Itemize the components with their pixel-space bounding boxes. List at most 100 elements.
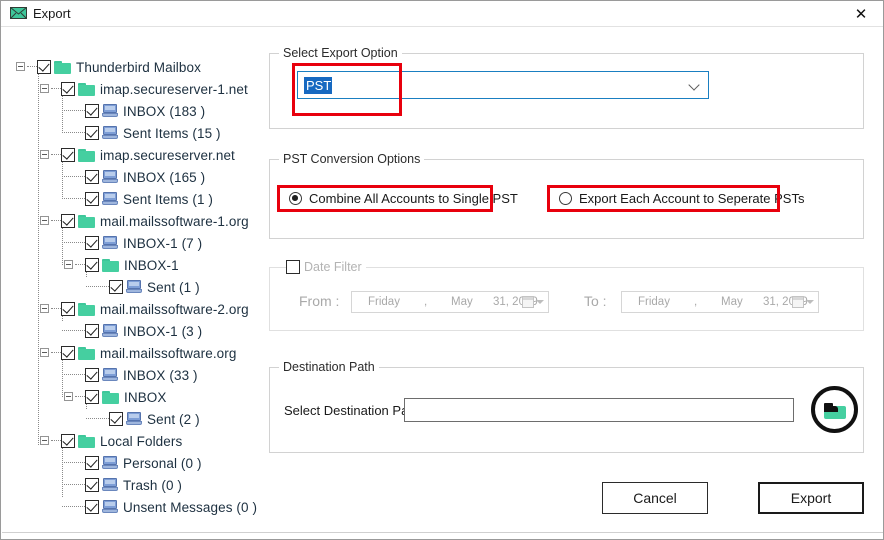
calendar-icon[interactable] <box>522 296 544 309</box>
cancel-button[interactable]: Cancel <box>602 482 708 514</box>
tree-item-checkbox[interactable] <box>85 126 99 140</box>
tree-item[interactable]: Personal (0 ) <box>62 452 202 474</box>
mail-icon <box>126 280 142 294</box>
calendar-icon[interactable] <box>792 296 814 309</box>
tree-guide-line <box>86 286 109 287</box>
tree-item-label: mail.mailssoftware-1.org <box>100 213 249 229</box>
tree-item[interactable]: mail.mailssoftware-1.org <box>40 210 249 232</box>
tree-item-checkbox[interactable] <box>109 412 123 426</box>
mail-icon <box>102 126 118 140</box>
tree-item[interactable]: Thunderbird Mailbox <box>16 56 201 78</box>
tree-item-checkbox[interactable] <box>61 434 75 448</box>
mail-icon <box>126 412 142 426</box>
tree-item[interactable]: Trash (0 ) <box>62 474 182 496</box>
date-filter-checkbox[interactable] <box>286 260 300 274</box>
tree-item[interactable]: mail.mailssoftware.org <box>40 342 237 364</box>
folder-icon <box>54 60 71 74</box>
tree-item-checkbox[interactable] <box>85 170 99 184</box>
tree-item-checkbox[interactable] <box>61 302 75 316</box>
tree-item[interactable]: INBOX-1 <box>64 254 179 276</box>
tree-guide-line <box>75 264 85 265</box>
tree-item-checkbox[interactable] <box>61 82 75 96</box>
date-from-day: Friday <box>368 296 400 308</box>
tree-item-checkbox[interactable] <box>85 390 99 404</box>
radio-separate-psts[interactable]: Export Each Account to Seperate PSTs <box>559 191 804 206</box>
tree-item-label: INBOX-1 (3 ) <box>123 323 203 339</box>
tree-expander-icon[interactable] <box>40 348 49 357</box>
tree-item[interactable]: INBOX (183 ) <box>62 100 205 122</box>
tree-item-checkbox[interactable] <box>61 214 75 228</box>
mail-icon <box>102 104 118 118</box>
tree-guide-line <box>51 154 61 155</box>
tree-expander-icon[interactable] <box>64 392 73 401</box>
export-format-combobox[interactable]: PST <box>297 71 709 99</box>
mailbox-tree[interactable]: Thunderbird Mailbox imap.secureserver-1.n… <box>2 28 260 538</box>
tree-expander-icon[interactable] <box>40 436 49 445</box>
destination-path-input[interactable] <box>404 398 794 422</box>
tree-item-checkbox[interactable] <box>85 258 99 272</box>
envelope-icon <box>10 7 27 19</box>
footer-divider <box>2 532 883 533</box>
tree-item-label: Sent (1 ) <box>147 279 200 295</box>
tree-item-checkbox[interactable] <box>61 346 75 360</box>
tree-item[interactable]: Sent (2 ) <box>86 408 200 430</box>
tree-expander-icon[interactable] <box>16 62 25 71</box>
tree-item-checkbox[interactable] <box>85 478 99 492</box>
mail-icon <box>102 456 118 470</box>
folder-icon <box>78 214 95 228</box>
tree-item[interactable]: INBOX (33 ) <box>62 364 198 386</box>
browse-folder-button[interactable] <box>811 386 858 433</box>
tree-item[interactable]: Sent Items (1 ) <box>62 188 213 210</box>
folder-icon <box>78 148 95 162</box>
tree-item[interactable]: Unsent Messages (0 ) <box>62 496 258 518</box>
date-from-picker[interactable]: Friday , May 31, 2019 <box>351 291 549 313</box>
tree-guide-line <box>51 308 61 309</box>
tree-item[interactable]: imap.secureserver.net <box>40 144 235 166</box>
window-title: Export <box>33 6 71 21</box>
tree-item[interactable]: imap.secureserver-1.net <box>40 78 248 100</box>
tree-item-checkbox[interactable] <box>85 456 99 470</box>
tree-item-checkbox[interactable] <box>85 324 99 338</box>
tree-item[interactable]: INBOX-1 (7 ) <box>62 232 202 254</box>
radio-combine-single-pst[interactable]: Combine All Accounts to Single PST <box>289 191 518 206</box>
tree-guide-line <box>62 506 85 507</box>
tree-item-checkbox[interactable] <box>85 368 99 382</box>
export-option-legend: Select Export Option <box>279 46 402 60</box>
folder-icon <box>78 82 95 96</box>
tree-item-label: Thunderbird Mailbox <box>76 59 201 75</box>
tree-expander-icon[interactable] <box>40 84 49 93</box>
tree-expander-icon[interactable] <box>40 150 49 159</box>
tree-item-checkbox[interactable] <box>109 280 123 294</box>
title-bar: Export ✕ <box>1 1 883 27</box>
tree-item-checkbox[interactable] <box>85 104 99 118</box>
tree-item-checkbox[interactable] <box>85 236 99 250</box>
tree-item[interactable]: Sent (1 ) <box>86 276 200 298</box>
tree-item-label: INBOX-1 <box>124 257 179 273</box>
tree-item-label: mail.mailssoftware.org <box>100 345 237 361</box>
tree-item-checkbox[interactable] <box>85 192 99 206</box>
tree-item-checkbox[interactable] <box>37 60 51 74</box>
tree-expander-icon[interactable] <box>40 304 49 313</box>
tree-item-label: Unsent Messages (0 ) <box>123 499 258 515</box>
tree-item[interactable]: INBOX (165 ) <box>62 166 205 188</box>
tree-item[interactable]: INBOX-1 (3 ) <box>62 320 203 342</box>
tree-guide-line <box>62 484 85 485</box>
export-button[interactable]: Export <box>758 482 864 514</box>
radio-label-combine: Combine All Accounts to Single PST <box>309 191 518 206</box>
date-to-label: To : <box>584 293 607 309</box>
radio-indicator-combine[interactable] <box>289 192 302 205</box>
radio-indicator-separate[interactable] <box>559 192 572 205</box>
close-button[interactable]: ✕ <box>839 1 883 26</box>
tree-guide-line <box>62 176 85 177</box>
tree-item[interactable]: mail.mailssoftware-2.org <box>40 298 249 320</box>
tree-item[interactable]: Sent Items (15 ) <box>62 122 221 144</box>
date-to-day: Friday <box>638 296 670 308</box>
tree-expander-icon[interactable] <box>40 216 49 225</box>
folder-icon <box>78 434 95 448</box>
tree-item[interactable]: Local Folders <box>40 430 182 452</box>
tree-item[interactable]: INBOX <box>64 386 167 408</box>
tree-expander-icon[interactable] <box>64 260 73 269</box>
tree-item-checkbox[interactable] <box>61 148 75 162</box>
tree-item-checkbox[interactable] <box>85 500 99 514</box>
date-to-picker[interactable]: Friday , May 31, 2019 <box>621 291 819 313</box>
